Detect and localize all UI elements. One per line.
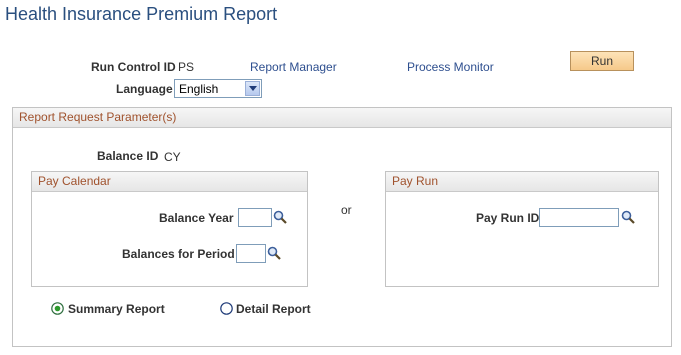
- pay-run-title: Pay Run: [392, 174, 439, 188]
- summary-report-radio[interactable]: [51, 302, 64, 315]
- report-request-parameters-header: Report Request Parameter(s): [13, 108, 671, 128]
- detail-report-label[interactable]: Detail Report: [236, 302, 311, 316]
- summary-report-label[interactable]: Summary Report: [68, 302, 165, 316]
- report-manager-link[interactable]: Report Manager: [250, 60, 337, 74]
- magnifier-icon[interactable]: [621, 210, 635, 224]
- chevron-down-icon[interactable]: [245, 81, 260, 96]
- pay-run-group: Pay Run: [385, 171, 659, 287]
- run-control-id-value: PS: [178, 60, 195, 74]
- balances-for-period-input[interactable]: [236, 244, 266, 263]
- report-request-parameters-title: Report Request Parameter(s): [19, 110, 177, 124]
- language-select-value: English: [179, 82, 219, 96]
- magnifier-icon[interactable]: [267, 246, 281, 260]
- pay-run-header: Pay Run: [386, 172, 658, 192]
- pay-run-id-label: Pay Run ID: [476, 211, 540, 225]
- magnifier-icon[interactable]: [273, 210, 287, 224]
- run-control-id-label: Run Control ID: [91, 60, 176, 74]
- balance-id-label: Balance ID: [97, 149, 159, 163]
- pay-calendar-group: Pay Calendar: [31, 171, 308, 287]
- balance-year-label: Balance Year: [159, 211, 234, 225]
- balance-year-input[interactable]: [238, 208, 272, 227]
- language-label: Language: [116, 82, 173, 96]
- pay-run-id-input[interactable]: [539, 208, 619, 227]
- pay-calendar-title: Pay Calendar: [38, 174, 111, 188]
- page-title: Health Insurance Premium Report: [5, 4, 278, 24]
- pay-calendar-header: Pay Calendar: [32, 172, 307, 192]
- detail-report-radio[interactable]: [220, 302, 233, 315]
- run-button[interactable]: Run: [570, 51, 634, 71]
- process-monitor-link[interactable]: Process Monitor: [407, 60, 494, 74]
- language-select[interactable]: English: [174, 79, 262, 98]
- or-text: or: [341, 203, 352, 217]
- balances-for-period-label: Balances for Period: [122, 247, 235, 261]
- balance-id-value: CY: [164, 150, 181, 164]
